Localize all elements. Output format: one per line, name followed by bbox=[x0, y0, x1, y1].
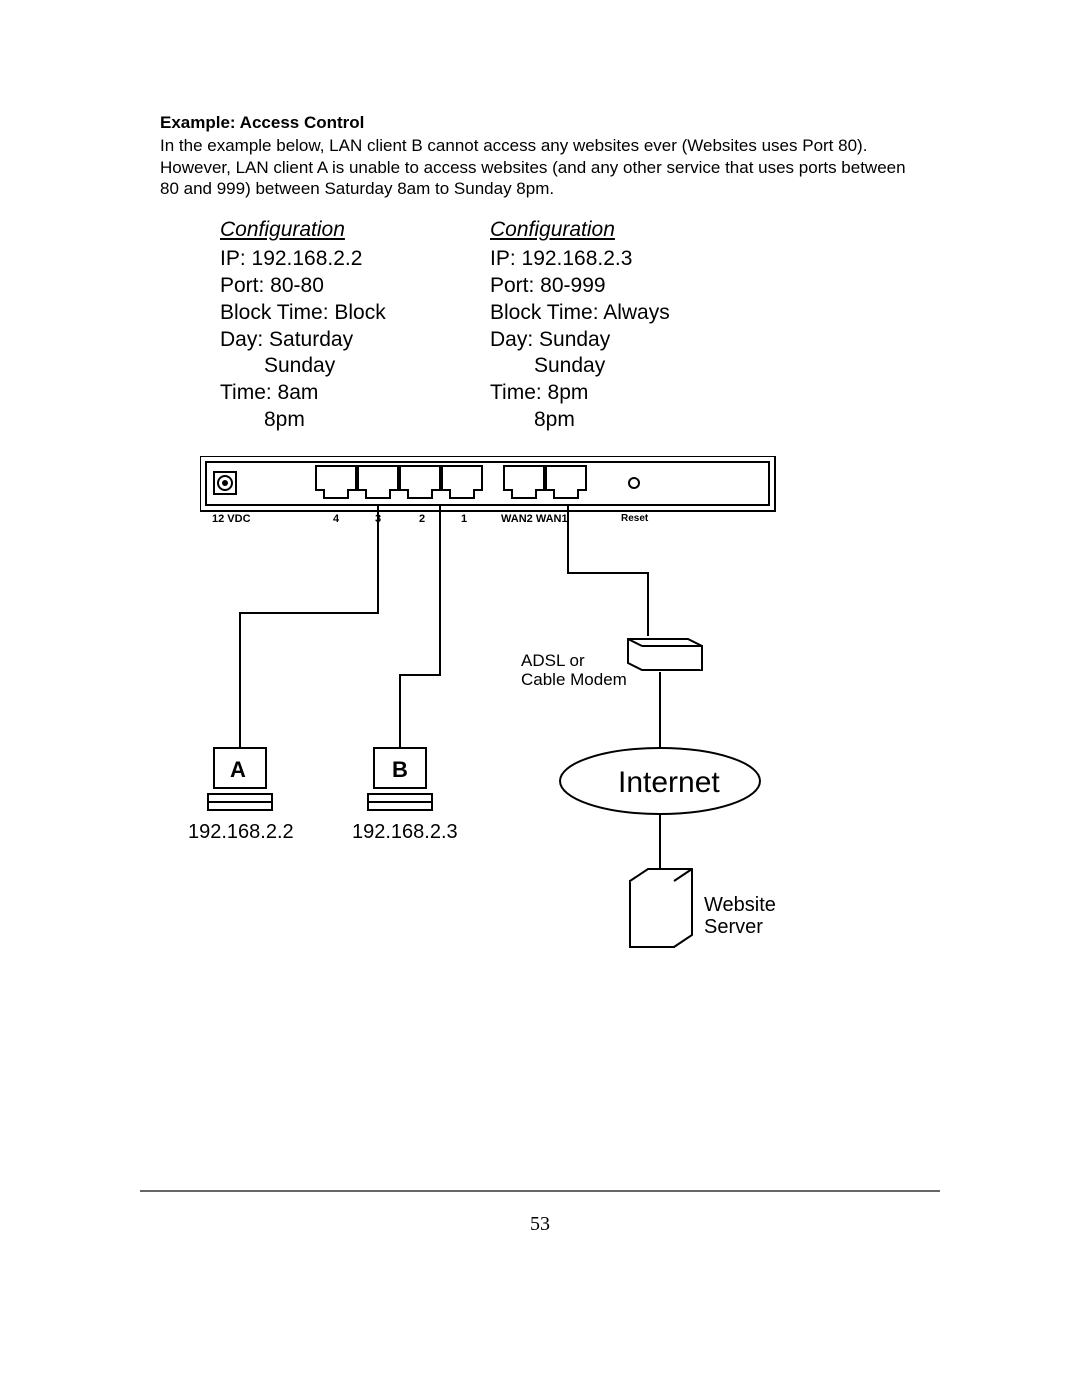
config-time1-b: Time: 8pm bbox=[490, 380, 760, 407]
config-day1-a: Day: Saturday bbox=[220, 327, 490, 354]
config-day2-b: Sunday bbox=[490, 353, 760, 380]
label-ip-b: 192.168.2.3 bbox=[352, 821, 458, 843]
footer-divider bbox=[140, 1190, 940, 1192]
config-blocktime-b: Block Time: Always bbox=[490, 300, 760, 327]
config-day2-a: Sunday bbox=[220, 353, 490, 380]
config-client-a: Configuration IP: 192.168.2.2 Port: 80-8… bbox=[220, 217, 490, 434]
label-12vdc: 12 VDC bbox=[212, 513, 251, 525]
label-modem: ADSL or Cable Modem bbox=[521, 651, 627, 689]
config-time2-a: 8pm bbox=[220, 407, 490, 434]
config-port-a: Port: 80-80 bbox=[220, 273, 490, 300]
config-blocktime-a: Block Time: Block bbox=[220, 300, 490, 327]
label-port-4: 4 bbox=[333, 513, 339, 525]
label-port-2: 2 bbox=[419, 513, 425, 525]
label-modem-l1: ADSL or bbox=[521, 651, 585, 670]
config-title-b: Configuration bbox=[490, 217, 760, 244]
config-ip-a: IP: 192.168.2.2 bbox=[220, 246, 490, 273]
label-reset: Reset bbox=[621, 513, 648, 524]
page-number: 53 bbox=[0, 1212, 1080, 1237]
label-server-l2: Server bbox=[704, 916, 763, 938]
config-day1-b: Day: Sunday bbox=[490, 327, 760, 354]
config-ip-b: IP: 192.168.2.3 bbox=[490, 246, 760, 273]
config-client-b: Configuration IP: 192.168.2.3 Port: 80-9… bbox=[490, 217, 760, 434]
network-diagram: 12 VDC 4 3 2 1 WAN2 WAN1 Reset ADSL or C… bbox=[200, 456, 810, 986]
label-modem-l2: Cable Modem bbox=[521, 670, 627, 689]
config-time1-a: Time: 8am bbox=[220, 380, 490, 407]
label-wan: WAN2 WAN1 bbox=[501, 513, 568, 525]
label-ip-a: 192.168.2.2 bbox=[188, 821, 294, 843]
label-server-l1: Website bbox=[704, 894, 776, 916]
body-text: In the example below, LAN client B canno… bbox=[160, 135, 920, 199]
config-port-b: Port: 80-999 bbox=[490, 273, 760, 300]
configuration-columns: Configuration IP: 192.168.2.2 Port: 80-8… bbox=[220, 217, 920, 434]
label-host-a: A bbox=[230, 758, 246, 783]
label-server: Website Server bbox=[704, 894, 776, 939]
config-title-a: Configuration bbox=[220, 217, 490, 244]
label-port-3: 3 bbox=[375, 513, 381, 525]
config-time2-b: 8pm bbox=[490, 407, 760, 434]
label-host-b: B bbox=[392, 758, 408, 783]
label-internet: Internet bbox=[618, 766, 720, 800]
heading-example-access-control: Example: Access Control bbox=[160, 112, 920, 133]
label-port-1: 1 bbox=[461, 513, 467, 525]
